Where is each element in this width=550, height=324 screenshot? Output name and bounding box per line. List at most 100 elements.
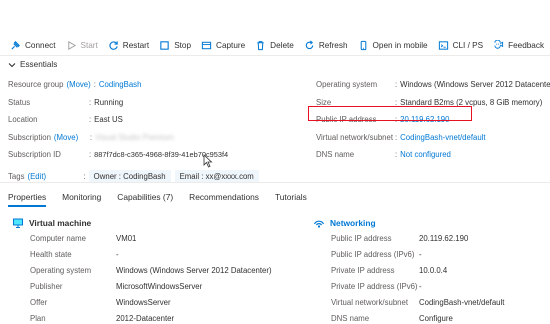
cli-ps-label: CLI / PS <box>452 40 484 50</box>
essentials-toggle[interactable]: Essentials <box>8 60 57 69</box>
net-prop-key: DNS name <box>331 313 370 323</box>
resource-group-key: Resource group <box>8 80 64 90</box>
start-label: Start <box>80 40 98 50</box>
tags-key: Tags <box>8 171 25 181</box>
vm-prop-value: MicrosoftWindowsServer <box>116 281 203 291</box>
connect-label: Connect <box>25 40 56 50</box>
status-row: Status : Running <box>8 94 263 112</box>
subscription-move-link[interactable]: (Move) <box>54 133 87 142</box>
net-prop-row: Public IP address 20.119.62.190 <box>331 230 504 246</box>
net-prop-row: Virtual network/subnet CodingBash-vnet/de… <box>331 294 504 310</box>
vm-prop-value: Windows (Windows Server 2012 Datacenter) <box>116 265 272 275</box>
stop-icon <box>160 40 169 50</box>
dns-row: DNS name : Not configured <box>316 146 550 164</box>
open-in-mobile-button[interactable]: Open in mobile <box>358 37 428 53</box>
tab-tutorials[interactable]: Tutorials <box>275 190 307 212</box>
restart-label: Restart <box>122 40 150 50</box>
capture-button[interactable]: Capture <box>201 37 245 53</box>
net-prop-row: Private IP address 10.0.0.4 <box>331 262 504 278</box>
delete-label: Delete <box>270 40 294 50</box>
cli-ps-button[interactable]: CLI / PS <box>438 37 484 53</box>
vm-prop-key: Operating system <box>30 265 92 275</box>
tag-email[interactable]: Email : xx@xxxx.com <box>174 169 259 183</box>
net-prop-value: 10.0.0.4 <box>419 265 448 275</box>
vm-prop-key: Offer <box>30 297 48 307</box>
mouse-cursor-icon <box>203 154 213 168</box>
dns-value-link[interactable]: Not configured <box>400 150 451 159</box>
net-prop-value: - <box>419 281 422 291</box>
vnet-value-link[interactable]: CodingBash-vnet/default <box>400 133 485 142</box>
location-value: East US <box>94 115 123 125</box>
start-button[interactable]: Start <box>66 37 98 53</box>
networking-title-link[interactable]: Networking <box>330 218 376 228</box>
net-prop-row: Private IP address (IPv6) - <box>331 278 504 294</box>
connect-button[interactable]: Connect <box>10 37 56 53</box>
tab-recommendations[interactable]: Recommendations <box>189 190 259 212</box>
separator: : <box>395 132 398 142</box>
restart-icon <box>109 40 118 50</box>
tags-edit-link[interactable]: (Edit) <box>27 172 80 181</box>
delete-button[interactable]: Delete <box>255 37 294 53</box>
net-prop-key: Private IP address (IPv6) <box>331 281 418 291</box>
separator: : <box>89 150 92 160</box>
separator: : <box>395 80 398 90</box>
resource-group-row: Resource group (Move) : CodingBash <box>8 76 263 94</box>
feedback-label: Feedback <box>508 40 545 50</box>
separator: : <box>89 132 93 142</box>
net-public-ip-link[interactable]: 20.119.62.190 <box>419 234 468 243</box>
net-dns-configure-link[interactable]: Configure <box>419 314 453 323</box>
net-prop-key: Private IP address <box>331 265 395 275</box>
capture-icon <box>201 41 212 49</box>
essentials-label: Essentials <box>20 60 58 69</box>
subscription-key: Subscription <box>8 132 51 142</box>
vm-prop-row: Plan 2012-Datacenter <box>30 310 272 324</box>
monitor-icon <box>13 218 23 228</box>
resource-group-move-link[interactable]: (Move) <box>66 80 90 89</box>
subscription-value-redacted[interactable]: Visual Studio Premium <box>95 133 174 142</box>
net-vnet-link[interactable]: CodingBash-vnet/default <box>419 298 504 307</box>
net-prop-key: Public IP address (IPv6) <box>331 249 415 259</box>
vm-prop-row: Computer name VM01 <box>30 230 272 246</box>
trash-icon <box>257 40 264 50</box>
restart-button[interactable]: Restart <box>108 37 149 53</box>
refresh-button[interactable]: Refresh <box>304 37 348 53</box>
stop-button[interactable]: Stop <box>159 37 191 53</box>
essentials-divider <box>0 182 550 183</box>
location-key: Location <box>8 115 38 125</box>
resource-group-value-link[interactable]: CodingBash <box>99 80 141 89</box>
terminal-icon <box>438 40 448 50</box>
chevron-down-icon <box>8 62 16 67</box>
tab-bar: Properties Monitoring Capabilities (7) R… <box>8 190 323 212</box>
networking-section-header: Networking <box>313 217 376 229</box>
os-value: Windows (Windows Server 2012 Datacenter) <box>400 80 550 90</box>
vm-prop-value: - <box>116 249 119 259</box>
tab-monitoring[interactable]: Monitoring <box>62 190 101 212</box>
vm-prop-row: Operating system Windows (Windows Server … <box>30 262 272 278</box>
net-prop-value: - <box>419 249 422 259</box>
status-value: Running <box>94 97 124 107</box>
networking-properties: Public IP address 20.119.62.190 Public IP… <box>331 230 504 324</box>
virtual-machine-properties: Computer name VM01 Health state - Operatin… <box>30 230 272 324</box>
tab-capabilities[interactable]: Capabilities (7) <box>117 190 173 212</box>
feedback-icon <box>494 39 504 49</box>
vm-prop-value: 2012-Datacenter <box>116 313 175 323</box>
vm-prop-key: Computer name <box>30 233 86 243</box>
refresh-label: Refresh <box>318 40 348 50</box>
vm-prop-row: Publisher MicrosoftWindowsServer <box>30 278 272 294</box>
tab-properties[interactable]: Properties <box>8 190 47 212</box>
vm-prop-row: Health state - <box>30 246 272 262</box>
stop-label: Stop <box>174 40 192 50</box>
os-row: Operating system : Windows (Windows Serv… <box>316 76 550 94</box>
feedback-button[interactable]: Feedback <box>493 37 544 53</box>
connect-icon <box>11 40 20 50</box>
separator: : <box>83 171 86 181</box>
vm-prop-key: Health state <box>30 249 72 259</box>
vnet-key: Virtual network/subnet <box>316 132 394 142</box>
toolbar-divider <box>0 55 550 56</box>
tag-owner[interactable]: Owner : CodingBash <box>88 169 171 183</box>
subscription-row: Subscription (Move) : Visual Studio Prem… <box>8 129 263 147</box>
public-ip-highlight-box <box>308 106 472 121</box>
separator: : <box>89 97 92 107</box>
refresh-icon <box>305 40 314 49</box>
separator: : <box>93 80 96 90</box>
